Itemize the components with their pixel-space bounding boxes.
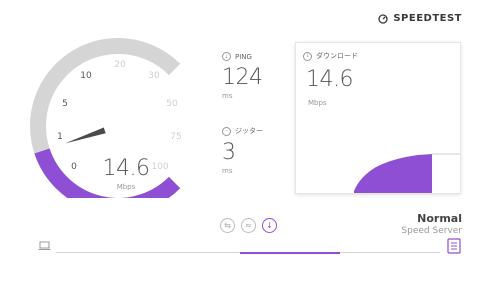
download-area-chart <box>354 153 460 193</box>
download-area <box>354 154 432 193</box>
progress-fill <box>240 251 341 254</box>
server-info[interactable]: Normal Speed Server <box>401 212 462 236</box>
gauge-speed-value: 14.6 <box>102 156 150 181</box>
test-controls: ⇆ ≈ ↓ <box>220 218 277 233</box>
download-circle-icon: ↓ <box>303 51 312 61</box>
gauge-label-5: 5 <box>62 99 68 109</box>
download-unit: Mbps <box>308 99 327 107</box>
gauge-label-75: 75 <box>170 132 182 142</box>
ping-label: PING <box>235 52 252 61</box>
gauge-label-50: 50 <box>166 99 178 109</box>
speed-gauge: 0 1 5 10 20 30 50 75 100 14.6 Mbps <box>28 38 224 198</box>
server-name: Normal <box>417 212 462 225</box>
jitter-unit: ms <box>222 167 233 175</box>
server-icon <box>447 238 461 254</box>
speedometer-icon <box>378 13 388 24</box>
ping-value: 124 <box>222 65 263 90</box>
computer-icon <box>38 241 51 250</box>
gauge-label-30: 30 <box>148 71 160 81</box>
brand: SPEEDTEST <box>378 13 462 24</box>
jitter-label: ジッター <box>235 127 263 135</box>
download-card: ↓ ダウンロード 14.6 Mbps <box>296 43 460 193</box>
server-subtitle: Speed Server <box>401 226 462 236</box>
connections-icon[interactable]: ⇆ <box>220 218 235 233</box>
download-arrow-icon[interactable]: ↓ <box>262 218 277 233</box>
brand-name: SPEEDTEST <box>393 13 462 24</box>
ping-icon: ↓ <box>222 52 231 61</box>
gauge-speed-unit: Mbps <box>116 183 136 191</box>
ping-unit: ms <box>222 92 233 100</box>
gauge-label-1: 1 <box>57 132 63 142</box>
ping-metric: ↓ PING 124 ms <box>222 52 263 100</box>
jitter-metric: – ジッター 3 ms <box>222 126 263 175</box>
jitter-icon: – <box>222 126 231 136</box>
download-value: 14.6 <box>306 67 353 92</box>
gauge-needle <box>64 127 106 144</box>
wave-icon[interactable]: ≈ <box>241 218 256 233</box>
jitter-value: 3 <box>222 140 236 165</box>
gauge-label-10: 10 <box>80 71 92 81</box>
progress-track <box>56 251 440 254</box>
download-label: ダウンロード <box>316 52 358 60</box>
gauge-label-20: 20 <box>114 60 126 70</box>
